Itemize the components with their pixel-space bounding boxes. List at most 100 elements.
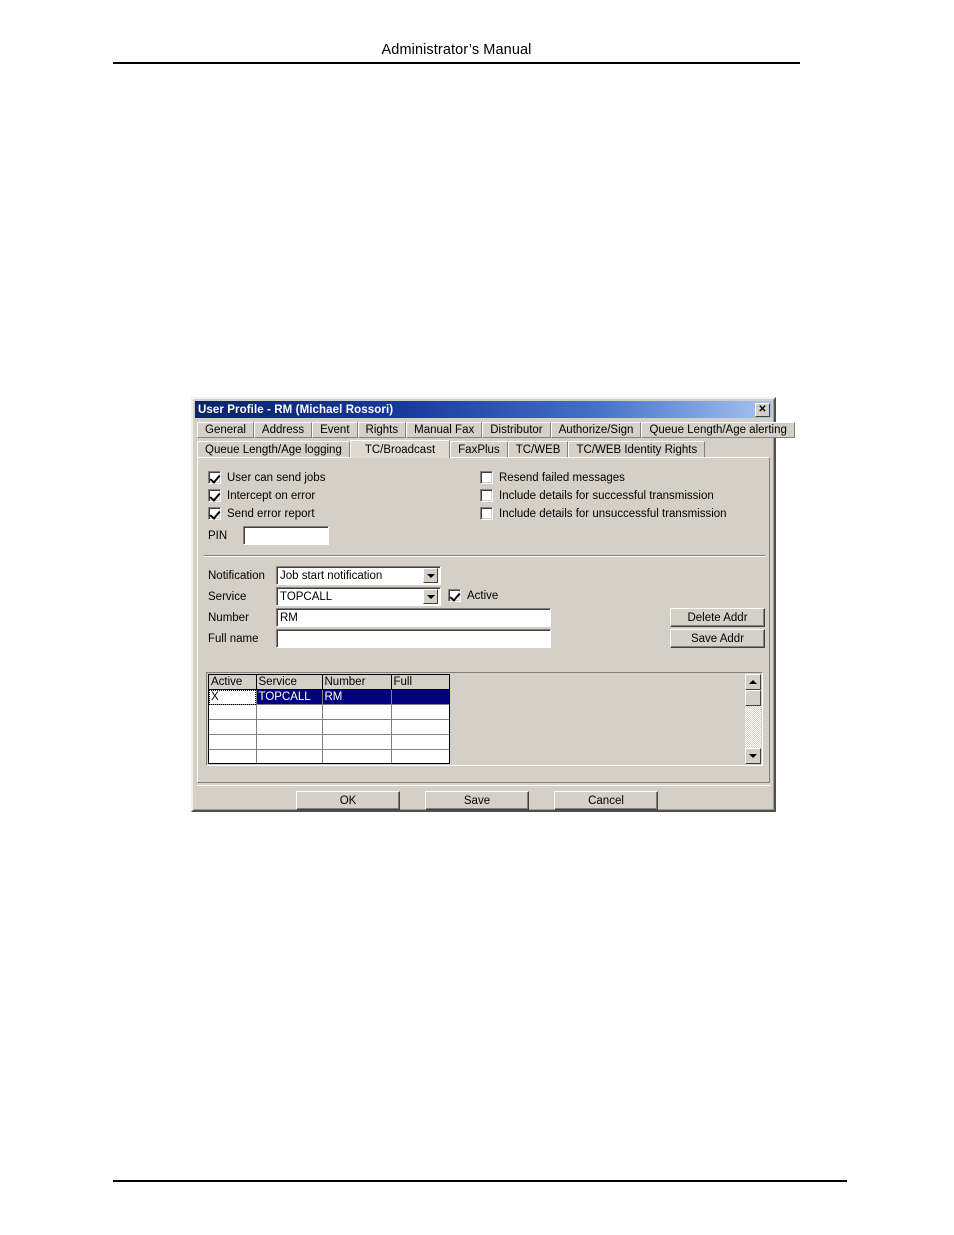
checkbox-label: User can send jobs: [227, 471, 326, 484]
cell-number[interactable]: RM: [322, 689, 392, 705]
checkbox-user-can-send-jobs[interactable]: User can send jobs: [208, 471, 325, 484]
checkbox-icon: [208, 489, 221, 502]
table-row[interactable]: [209, 704, 449, 720]
cell-service[interactable]: [256, 704, 323, 720]
cell-service[interactable]: [256, 749, 323, 763]
checkbox-active[interactable]: Active: [448, 589, 498, 602]
cell-active[interactable]: [209, 749, 257, 763]
cell-active[interactable]: X: [209, 689, 257, 705]
column-header-active[interactable]: Active: [209, 675, 257, 690]
cell-full[interactable]: [391, 749, 449, 763]
close-icon[interactable]: ✕: [755, 402, 770, 417]
tab-page-tc-broadcast: User can send jobs Intercept on error Se…: [197, 457, 770, 783]
service-value: TOPCALL: [280, 590, 333, 603]
checkbox-label: Intercept on error: [227, 489, 316, 502]
delete-addr-button[interactable]: Delete Addr: [670, 608, 765, 627]
user-profile-dialog: User Profile - RM (Michael Rossori) ✕ Ge…: [191, 397, 795, 812]
tab-tc-broadcast[interactable]: TC/Broadcast: [349, 440, 451, 458]
cell-active[interactable]: [209, 734, 257, 750]
cell-service[interactable]: [256, 719, 323, 735]
dialog-button-bar: OK Save Cancel: [197, 785, 770, 810]
checkbox-icon: [480, 471, 493, 484]
fullname-input[interactable]: [276, 629, 551, 648]
cell-full[interactable]: [391, 689, 449, 705]
pin-input[interactable]: [243, 526, 329, 545]
cell-full[interactable]: [391, 734, 449, 750]
tab-address[interactable]: Address: [253, 422, 313, 438]
fullname-label: Full name: [208, 633, 259, 645]
scrollbar-thumb[interactable]: [745, 690, 761, 706]
tab-row-1: General Address Event Rights Manual Fax …: [197, 421, 795, 438]
dialog-titlebar[interactable]: User Profile - RM (Michael Rossori) ✕: [195, 401, 772, 418]
scrollbar-track[interactable]: [745, 690, 761, 748]
cell-number[interactable]: [322, 704, 392, 720]
tab-event[interactable]: Event: [312, 422, 358, 438]
service-label: Service: [208, 591, 247, 603]
tab-general[interactable]: General: [197, 422, 254, 438]
chevron-down-icon[interactable]: [423, 568, 438, 583]
tab-manual-fax[interactable]: Manual Fax: [406, 422, 483, 438]
column-header-number[interactable]: Number: [322, 675, 392, 690]
checkbox-resend-failed-messages[interactable]: Resend failed messages: [480, 471, 625, 484]
tab-authorize-sign[interactable]: Authorize/Sign: [550, 422, 642, 438]
tab-faxplus[interactable]: FaxPlus: [450, 441, 508, 457]
tab-row-2: Queue Length/Age logging TC/Broadcast Fa…: [197, 439, 770, 458]
table-row[interactable]: X TOPCALL RM: [209, 689, 449, 705]
checkbox-include-details-unsuccessful[interactable]: Include details for unsuccessful transmi…: [480, 507, 727, 520]
notification-label: Notification: [208, 570, 265, 582]
tab-strip: General Address Event Rights Manual Fax …: [197, 421, 795, 458]
save-addr-button[interactable]: Save Addr: [670, 629, 765, 648]
table-row[interactable]: [209, 749, 449, 763]
notification-dropdown[interactable]: Job start notification: [276, 566, 441, 585]
cell-full[interactable]: [391, 704, 449, 720]
checkbox-icon: [480, 507, 493, 520]
checkbox-icon: [208, 471, 221, 484]
column-header-full[interactable]: Full: [391, 675, 449, 690]
cell-service[interactable]: TOPCALL: [256, 689, 323, 705]
tab-tc-web-identity-rights[interactable]: TC/WEB Identity Rights: [568, 441, 706, 457]
dialog-title: User Profile - RM (Michael Rossori): [198, 403, 394, 416]
table-row[interactable]: [209, 734, 449, 750]
cell-number[interactable]: [322, 719, 392, 735]
ok-button[interactable]: OK: [296, 791, 400, 810]
tab-tc-web[interactable]: TC/WEB: [507, 441, 569, 457]
checkbox-label: Include details for unsuccessful transmi…: [499, 507, 727, 520]
cell-active[interactable]: [209, 719, 257, 735]
scroll-down-icon[interactable]: [745, 748, 761, 764]
grid-vertical-scrollbar[interactable]: [745, 674, 761, 764]
tab-queue-length-age-alerting[interactable]: Queue Length/Age alerting: [641, 422, 795, 438]
grid-header-row: Active Service Number Full: [209, 675, 449, 690]
cell-service[interactable]: [256, 734, 323, 750]
number-input[interactable]: RM: [276, 608, 551, 627]
service-dropdown[interactable]: TOPCALL: [276, 587, 441, 606]
scroll-up-icon[interactable]: [745, 674, 761, 690]
number-label: Number: [208, 612, 249, 624]
tab-queue-length-age-logging[interactable]: Queue Length/Age logging: [197, 441, 350, 457]
checkbox-intercept-on-error[interactable]: Intercept on error: [208, 489, 315, 502]
notification-value: Job start notification: [280, 569, 383, 582]
pin-label: PIN: [208, 530, 228, 542]
checkbox-icon: [480, 489, 493, 502]
checkbox-include-details-successful[interactable]: Include details for successful transmiss…: [480, 489, 714, 502]
page-title: Administrator’s Manual: [381, 42, 532, 58]
table-row[interactable]: [209, 719, 449, 735]
checkbox-icon: [448, 589, 461, 602]
checkbox-label: Resend failed messages: [499, 471, 625, 484]
address-grid[interactable]: Active Service Number Full X TOPCALL RM: [208, 674, 450, 764]
cell-number[interactable]: [322, 749, 392, 763]
checkbox-label: Active: [467, 589, 499, 602]
checkbox-label: Send error report: [227, 507, 315, 520]
save-button[interactable]: Save: [425, 791, 529, 810]
chevron-down-icon[interactable]: [423, 589, 438, 604]
cell-full[interactable]: [391, 719, 449, 735]
checkbox-icon: [208, 507, 221, 520]
checkbox-send-error-report[interactable]: Send error report: [208, 507, 315, 520]
address-list-panel: Active Service Number Full X TOPCALL RM: [206, 672, 763, 766]
tab-distributor[interactable]: Distributor: [482, 422, 551, 438]
cell-active[interactable]: [209, 704, 257, 720]
tab-rights[interactable]: Rights: [357, 422, 407, 438]
cancel-button[interactable]: Cancel: [554, 791, 658, 810]
cell-number[interactable]: [322, 734, 392, 750]
column-header-service[interactable]: Service: [256, 675, 323, 690]
section-divider-top: [204, 555, 765, 557]
